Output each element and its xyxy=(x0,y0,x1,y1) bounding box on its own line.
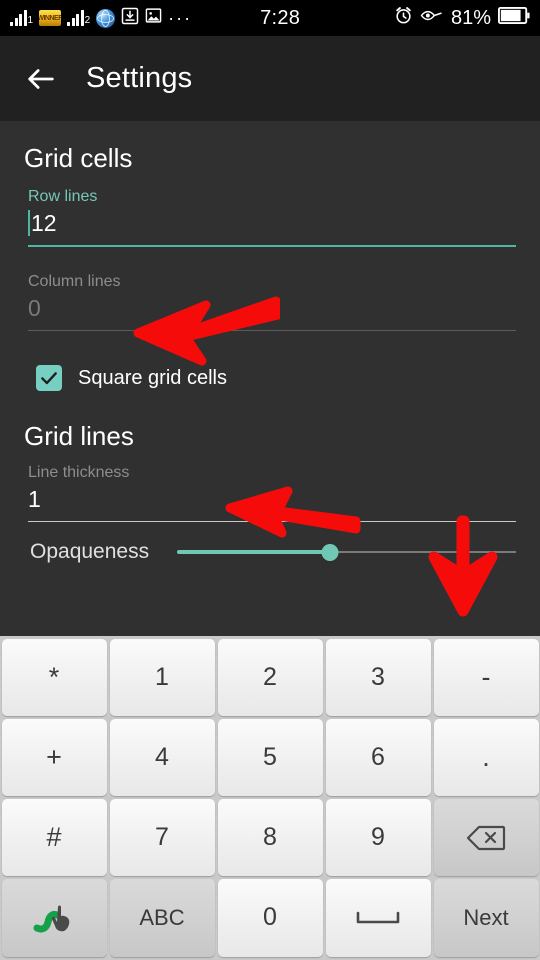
slider-thumb[interactable] xyxy=(321,543,339,561)
settings-content: Grid cells Row lines 12 Column lines 0 S… xyxy=(0,121,540,730)
image-icon xyxy=(145,7,162,29)
slider-fill xyxy=(177,550,330,554)
key-space[interactable] xyxy=(325,879,431,957)
row-lines-underline xyxy=(28,245,516,247)
key-minus[interactable]: - xyxy=(433,638,539,716)
back-arrow-icon[interactable] xyxy=(24,62,58,96)
row-lines-value: 12 xyxy=(31,210,57,236)
column-lines-label: Column lines xyxy=(28,273,121,290)
square-grid-cells-row[interactable]: Square grid cells xyxy=(36,365,540,391)
key-3[interactable]: 3 xyxy=(325,638,431,716)
key-5[interactable]: 5 xyxy=(217,718,323,796)
key-abc[interactable]: ABC xyxy=(109,879,215,957)
app-badge-text: WINNER xyxy=(39,14,62,22)
battery-percent-label: 81% xyxy=(450,6,491,29)
line-thickness-label: Line thickness xyxy=(28,464,130,481)
column-lines-underline xyxy=(28,330,516,331)
key-6[interactable]: 6 xyxy=(325,718,431,796)
key-backspace[interactable] xyxy=(433,799,539,877)
keyboard-row-4: ABC 0 Next xyxy=(0,878,540,958)
eye-icon xyxy=(420,8,444,28)
key-2[interactable]: 2 xyxy=(217,638,323,716)
line-thickness-field[interactable]: Line thickness 1 xyxy=(28,464,516,522)
column-lines-field[interactable]: Column lines 0 xyxy=(28,273,516,331)
status-bar-left-icons: 1 WINNER 2 ··· xyxy=(10,7,192,30)
text-cursor xyxy=(28,210,30,236)
key-swipe-typing[interactable] xyxy=(1,879,107,957)
page-title: Settings xyxy=(86,62,193,94)
row-lines-label: Row lines xyxy=(28,188,98,205)
keyboard-row-1: * 1 2 3- xyxy=(0,637,540,717)
backspace-icon xyxy=(466,825,506,851)
app-bar: Settings xyxy=(0,36,540,121)
swipe-gesture-icon xyxy=(32,901,76,935)
row-lines-field[interactable]: Row lines 12 xyxy=(28,188,516,247)
globe-icon xyxy=(96,8,116,28)
status-bar-right-icons: 81% xyxy=(394,6,530,30)
opaqueness-row[interactable]: Opaqueness xyxy=(30,540,516,564)
download-icon xyxy=(121,7,139,30)
line-thickness-input[interactable]: 1 xyxy=(28,486,516,521)
space-bar-icon xyxy=(355,910,401,926)
section-title-grid-cells: Grid cells xyxy=(24,143,133,173)
sim1-label: 1 xyxy=(27,15,34,26)
line-thickness-underline xyxy=(28,521,516,522)
battery-icon xyxy=(498,7,530,29)
key-7[interactable]: 7 xyxy=(109,799,215,877)
opaqueness-slider[interactable] xyxy=(177,540,516,564)
key-asterisk[interactable]: * xyxy=(1,638,107,716)
column-lines-input[interactable]: 0 xyxy=(28,295,516,330)
signal-bars-sim2-icon: 2 xyxy=(67,10,90,26)
keyboard-row-3: #7 8 9 xyxy=(0,798,540,878)
status-bar: 1 WINNER 2 ··· 7:28 81% xyxy=(0,0,540,36)
key-0[interactable]: 0 xyxy=(217,879,323,957)
arrow-save-fab xyxy=(422,513,504,624)
key-hash[interactable]: # xyxy=(1,799,107,877)
key-1[interactable]: 1 xyxy=(109,638,215,716)
alarm-clock-icon xyxy=(394,6,413,30)
signal-bars-sim1-icon: 1 xyxy=(10,10,33,26)
section-title-grid-lines: Grid lines xyxy=(24,421,134,451)
key-4[interactable]: 4 xyxy=(109,718,215,796)
key-period[interactable]: . xyxy=(433,718,539,796)
row-lines-input[interactable]: 12 xyxy=(28,210,516,245)
overflow-dots-icon: ··· xyxy=(168,8,193,28)
key-8[interactable]: 8 xyxy=(217,799,323,877)
key-9[interactable]: 9 xyxy=(325,799,431,877)
square-grid-cells-label: Square grid cells xyxy=(78,366,227,389)
phone-screen: 1 WINNER 2 ··· 7:28 81% Settings Grid ce… xyxy=(0,0,540,960)
key-next[interactable]: Next xyxy=(433,879,539,957)
yellow-app-icon: WINNER xyxy=(39,10,62,26)
square-grid-cells-checkbox[interactable] xyxy=(36,365,62,391)
sim2-label: 2 xyxy=(84,15,91,26)
numeric-keyboard[interactable]: * 1 2 3- +4 5 6. #7 8 9 ABC 0 Next xyxy=(0,636,540,960)
keyboard-row-2: +4 5 6. xyxy=(0,717,540,797)
status-bar-clock: 7:28 xyxy=(260,6,301,29)
key-plus[interactable]: + xyxy=(1,718,107,796)
opaqueness-label: Opaqueness xyxy=(30,540,150,563)
